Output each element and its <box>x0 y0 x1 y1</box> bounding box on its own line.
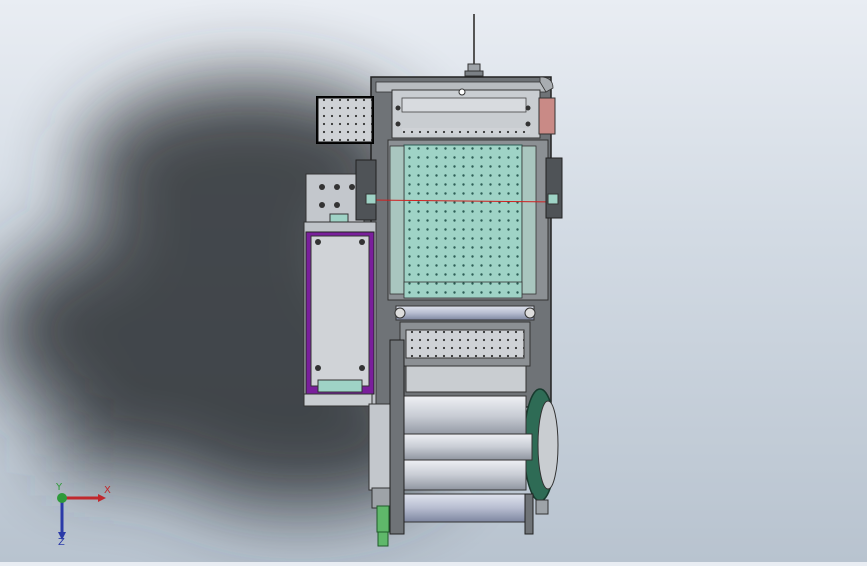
red-sensor-block[interactable] <box>538 97 556 135</box>
coordinate-triad: X Y Z <box>55 482 111 546</box>
model-view[interactable] <box>0 0 867 562</box>
lower-perforated-section[interactable] <box>399 321 531 393</box>
purple-control-box[interactable] <box>303 221 377 407</box>
main-rollers[interactable] <box>397 395 549 535</box>
x-axis-label: X <box>104 485 111 496</box>
z-axis-label: Z <box>58 537 65 546</box>
perforated-work-plate[interactable] <box>369 139 561 301</box>
y-axis-dot <box>57 493 67 503</box>
upper-roller[interactable] <box>394 305 536 321</box>
green-cable-connector[interactable] <box>376 505 390 547</box>
y-axis-label: Y <box>55 482 63 493</box>
antenna-part[interactable] <box>464 14 484 77</box>
top-plate[interactable] <box>391 88 541 139</box>
left-perforated-plate[interactable] <box>316 96 374 144</box>
cad-viewport[interactable]: X Y Z <box>0 0 867 562</box>
